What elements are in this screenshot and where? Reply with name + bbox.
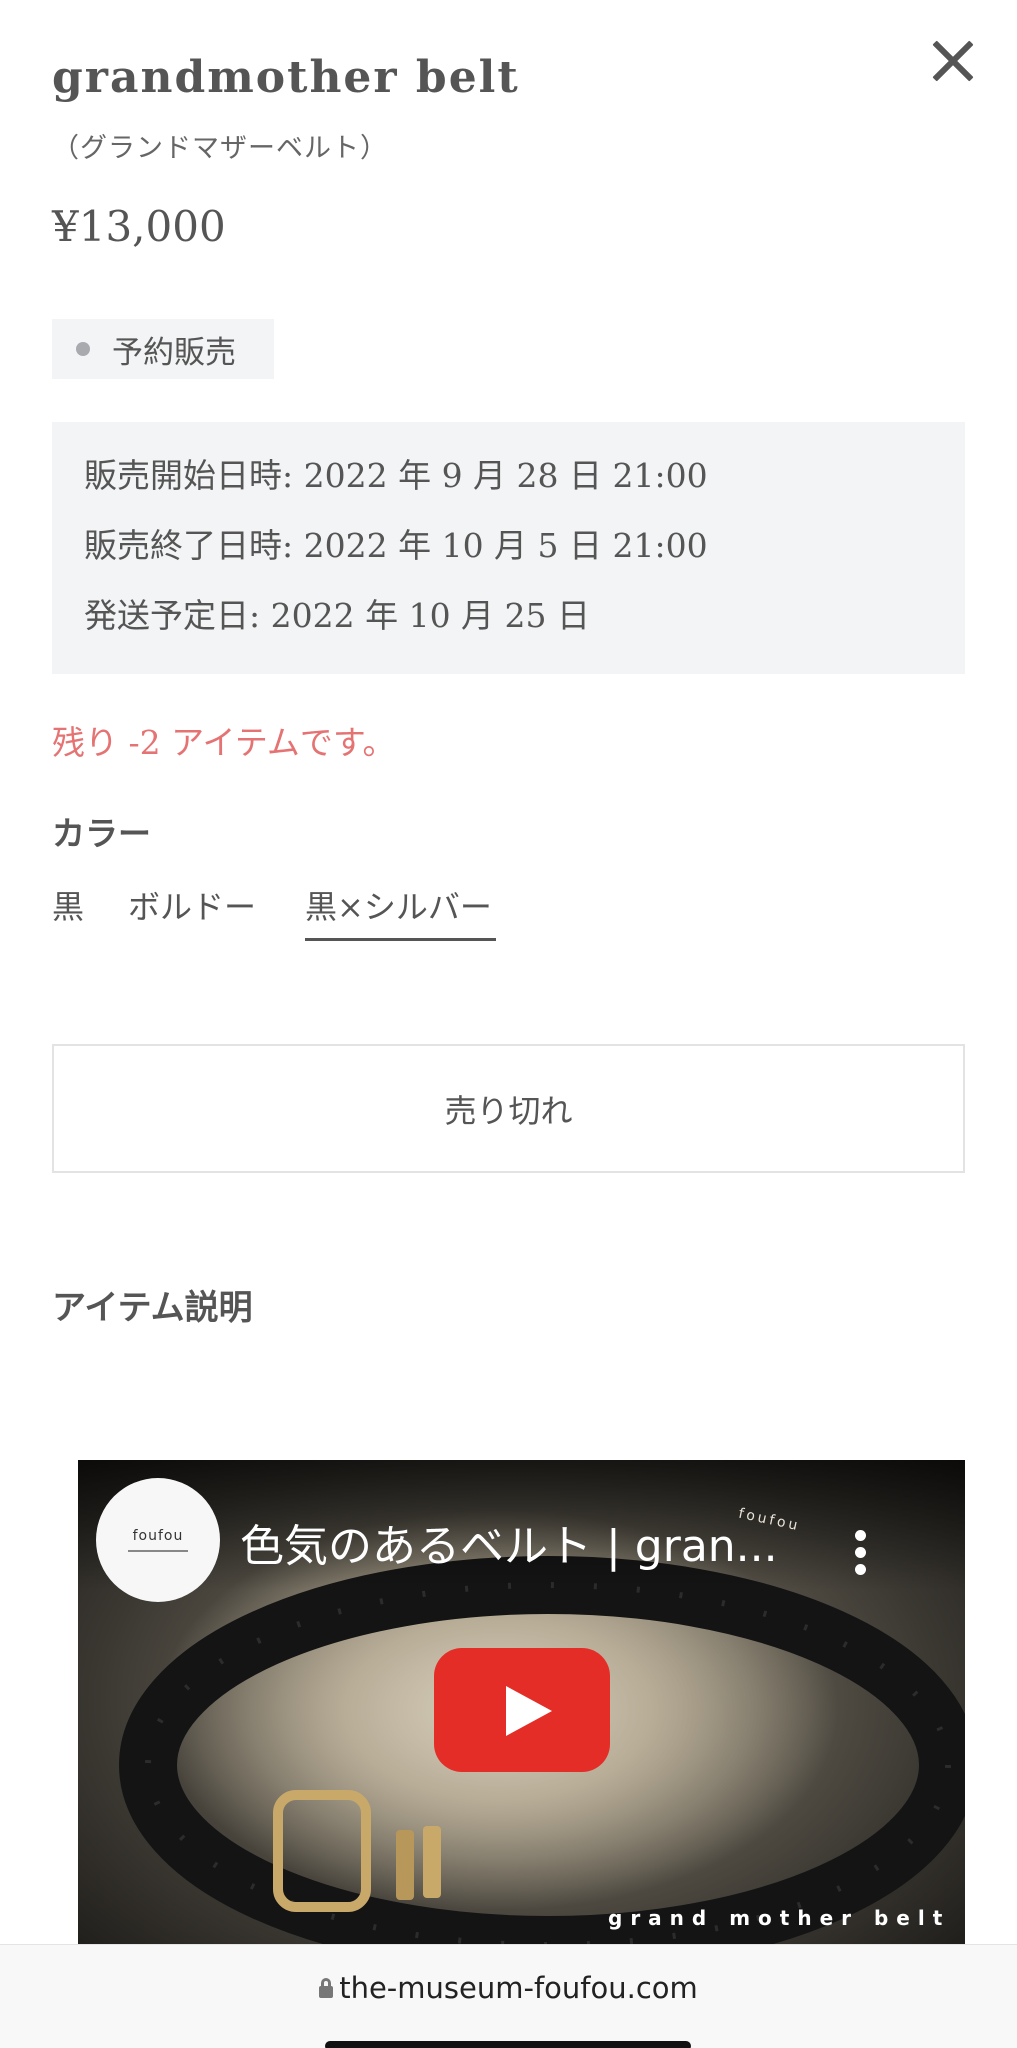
soldout-button[interactable]: 売り切れ bbox=[52, 1044, 965, 1173]
sale-start: 販売開始日時: 2022 年 9 月 28 日 21:00 bbox=[84, 456, 708, 495]
lock-icon bbox=[319, 1978, 334, 1998]
product-price: ¥13,000 bbox=[52, 202, 226, 251]
description-heading: アイテム説明 bbox=[52, 1288, 253, 1328]
stock-note: 残り -2 アイテムです。 bbox=[52, 723, 396, 762]
close-icon[interactable] bbox=[930, 38, 976, 84]
color-option-black-silver[interactable]: 黒×シルバー bbox=[305, 882, 496, 941]
channel-logo-line bbox=[128, 1550, 188, 1552]
browser-url-bar[interactable]: the-museum-foufou.com bbox=[0, 1944, 1017, 2048]
badge-label: 予約販売 bbox=[112, 334, 236, 371]
preorder-badge: 予約販売 bbox=[52, 319, 274, 379]
sale-end: 販売終了日時: 2022 年 10 月 5 日 21:00 bbox=[84, 526, 708, 565]
channel-avatar[interactable]: foufou bbox=[96, 1478, 220, 1602]
video-title[interactable]: 色気のあるベルト | gran... bbox=[240, 1510, 778, 1574]
play-icon[interactable] bbox=[434, 1648, 610, 1772]
url-text[interactable]: the-museum-foufou.com bbox=[339, 1971, 698, 2005]
product-subtitle: （グランドマザーベルト） bbox=[52, 133, 388, 164]
color-option-black[interactable]: 黒 bbox=[52, 882, 84, 938]
ship-date: 発送予定日: 2022 年 10 月 25 日 bbox=[84, 596, 591, 635]
channel-name: foufou bbox=[132, 1528, 184, 1544]
more-options-icon[interactable] bbox=[850, 1530, 870, 1580]
home-indicator[interactable] bbox=[325, 2041, 691, 2048]
product-title: grandmother belt bbox=[52, 52, 520, 103]
color-option-bordeaux[interactable]: ボルドー bbox=[128, 882, 256, 938]
video-watermark: grand mother belt bbox=[608, 1906, 951, 1930]
sale-schedule: 販売開始日時: 2022 年 9 月 28 日 21:00 販売終了日時: 20… bbox=[52, 422, 965, 674]
video-player[interactable]: foufou foufou 色気のあるベルト | gran... grand m… bbox=[78, 1460, 965, 1945]
dot-icon bbox=[76, 342, 90, 356]
color-heading: カラー bbox=[52, 814, 151, 853]
